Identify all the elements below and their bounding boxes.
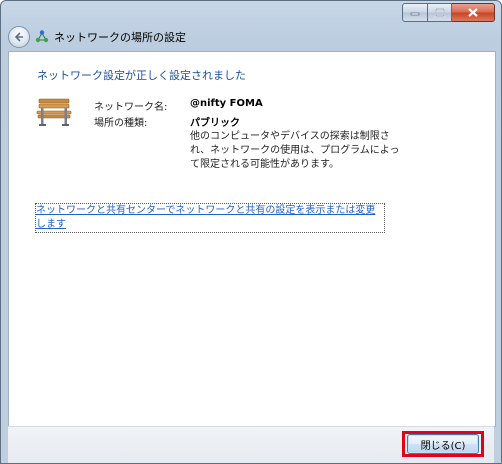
close-window-button[interactable]	[452, 3, 495, 22]
location-type-label: 場所の種類:	[94, 118, 148, 129]
close-button[interactable]: 閉じる(C)	[407, 434, 479, 454]
close-button-highlight: 閉じる(C)	[402, 431, 484, 457]
title-bar: ネットワークの場所の設定	[1, 1, 501, 53]
maximize-icon	[434, 8, 445, 17]
window-title: ネットワークの場所の設定	[54, 31, 186, 44]
network-sharing-center-link[interactable]: ネットワークと共有センターでネットワークと共有の設定を表示または変更します	[35, 203, 385, 233]
button-bar: 閉じる(C)	[8, 426, 494, 463]
back-arrow-icon	[14, 32, 23, 42]
location-description: 他のコンピュータやデバイスの探索は制限され、ネットワークの使用は、プログラムによ…	[190, 131, 400, 170]
minimize-icon	[410, 12, 420, 15]
minimize-button[interactable]	[402, 3, 428, 22]
park-bench-icon	[36, 98, 72, 126]
status-heading: ネットワーク設定が正しく設定されました	[37, 69, 246, 82]
location-type-value: パブリック	[190, 118, 240, 129]
network-name-label: ネットワーク名:	[94, 102, 168, 113]
network-icon	[35, 30, 49, 43]
network-name-value: @nifty FOMA	[190, 98, 263, 109]
back-button[interactable]	[8, 26, 30, 48]
maximize-button[interactable]	[428, 3, 452, 22]
close-icon	[468, 8, 478, 17]
content-panel: ネットワーク設定が正しく設定されました ネットワーク名: @nifty FOMA…	[8, 51, 496, 427]
window-controls	[402, 3, 495, 22]
dialog-window: ネットワークの場所の設定 ネットワーク設定が正しく設定されました ネットワーク名…	[0, 0, 502, 464]
